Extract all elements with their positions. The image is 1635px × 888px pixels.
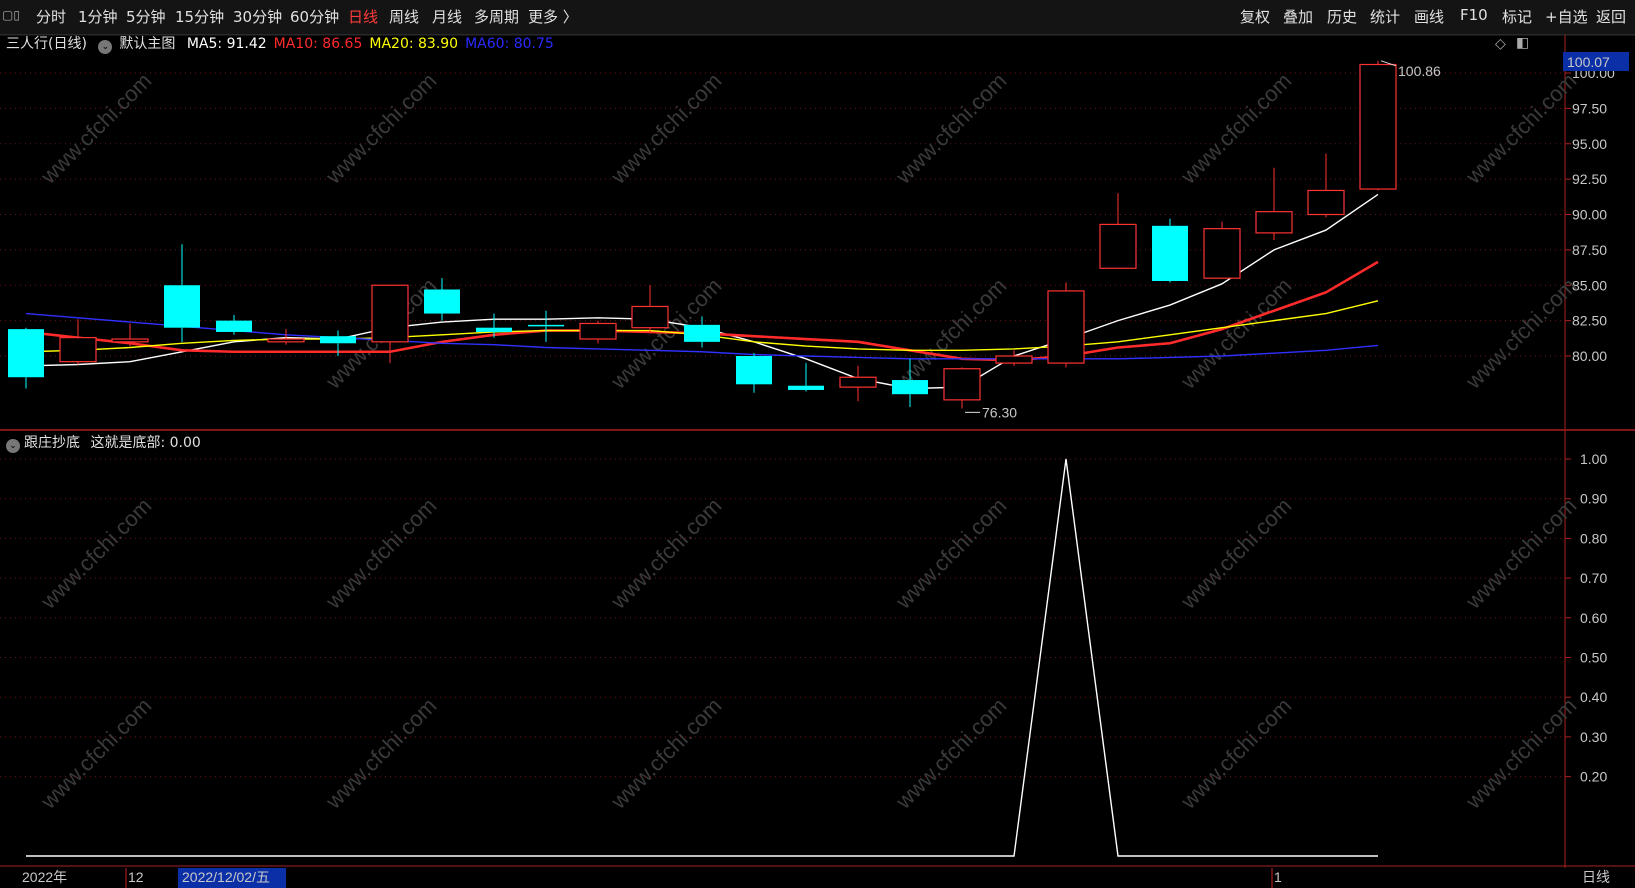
watermark-text: www.cfchi.com (605, 493, 726, 614)
watermark-text: www.cfchi.com (1175, 68, 1296, 189)
watermark-text: www.cfchi.com (1460, 273, 1581, 394)
candle-body (267, 338, 305, 343)
candle-body (995, 355, 1033, 364)
ind-y-tick-label: 0.60 (1580, 610, 1607, 626)
cursor-date-label: 2022/12/02/五 (182, 869, 270, 885)
current-price-text: 100.07 (1567, 54, 1610, 70)
watermark-text: www.cfchi.com (890, 693, 1011, 814)
candle-body (892, 380, 928, 395)
candle-body (8, 329, 44, 378)
ind-y-tick-label: 1.00 (1580, 451, 1607, 467)
candle-body (1359, 63, 1397, 190)
ind-y-tick-label: 0.50 (1580, 650, 1607, 666)
watermark-text: www.cfchi.com (320, 493, 441, 614)
ind-y-tick-label: 0.80 (1580, 530, 1607, 546)
chart-area[interactable]: 80.0082.5085.0087.5090.0092.5095.0097.50… (0, 0, 1635, 888)
main-y-tick-label: 80.00 (1572, 348, 1607, 364)
candle-body (528, 324, 564, 327)
main-y-tick-label: 92.50 (1572, 171, 1607, 187)
high-price-label: 100.86 (1398, 63, 1441, 79)
main-y-tick-label: 90.00 (1572, 207, 1607, 223)
bottom-year-label: 2022年 (22, 869, 67, 885)
watermark-text: www.cfchi.com (320, 693, 441, 814)
candle-body (684, 324, 720, 342)
watermark-text: www.cfchi.com (35, 68, 156, 189)
watermark-text: www.cfchi.com (1460, 68, 1581, 189)
bottom-month2-label: 1 (1274, 869, 1282, 885)
watermark-text: www.cfchi.com (1460, 693, 1581, 814)
candle-body (1203, 228, 1241, 279)
watermark-text: www.cfchi.com (1175, 493, 1296, 614)
ind-y-tick-label: 0.30 (1580, 729, 1607, 745)
candle-body (1307, 189, 1345, 216)
watermark-text: www.cfchi.com (35, 693, 156, 814)
watermark-text: www.cfchi.com (605, 68, 726, 189)
watermark-text: www.cfchi.com (1460, 493, 1581, 614)
watermark-text: www.cfchi.com (35, 493, 156, 614)
watermark-text: www.cfchi.com (320, 68, 441, 189)
ind-y-tick-label: 0.20 (1580, 769, 1607, 785)
candle-body (839, 376, 877, 388)
candle-body (371, 284, 409, 343)
bottom-month-label: 12 (128, 869, 144, 885)
candle-body (59, 337, 97, 363)
candle-body (320, 336, 356, 344)
watermark-text: www.cfchi.com (890, 68, 1011, 189)
candle-body (736, 356, 772, 385)
low-price-label: 76.30 (982, 404, 1017, 420)
candle-body (943, 368, 981, 401)
candle-body (476, 327, 512, 332)
candle-body (1099, 223, 1137, 269)
candle-body (216, 320, 252, 332)
main-y-tick-label: 97.50 (1572, 100, 1607, 116)
candle-body (164, 285, 200, 328)
ind-y-tick-label: 0.40 (1580, 689, 1607, 705)
candle-body (1255, 211, 1293, 234)
bottom-period-label: 日线 (1582, 869, 1610, 885)
ind-y-tick-label: 0.90 (1580, 491, 1607, 507)
main-y-tick-label: 95.00 (1572, 136, 1607, 152)
watermark-text: www.cfchi.com (605, 693, 726, 814)
candle-body (111, 338, 149, 343)
candle-body (1047, 290, 1085, 364)
watermark-text: www.cfchi.com (1175, 273, 1296, 394)
ind-y-tick-label: 0.70 (1580, 570, 1607, 586)
candle-body (631, 305, 669, 329)
main-y-tick-label: 87.50 (1572, 242, 1607, 258)
candle-body (579, 322, 617, 340)
candle-body (788, 385, 824, 390)
candle-body (424, 289, 460, 314)
watermark-text: www.cfchi.com (890, 493, 1011, 614)
candle-body (1152, 225, 1188, 282)
main-y-tick-label: 82.50 (1572, 313, 1607, 329)
watermark-text: www.cfchi.com (1175, 693, 1296, 814)
